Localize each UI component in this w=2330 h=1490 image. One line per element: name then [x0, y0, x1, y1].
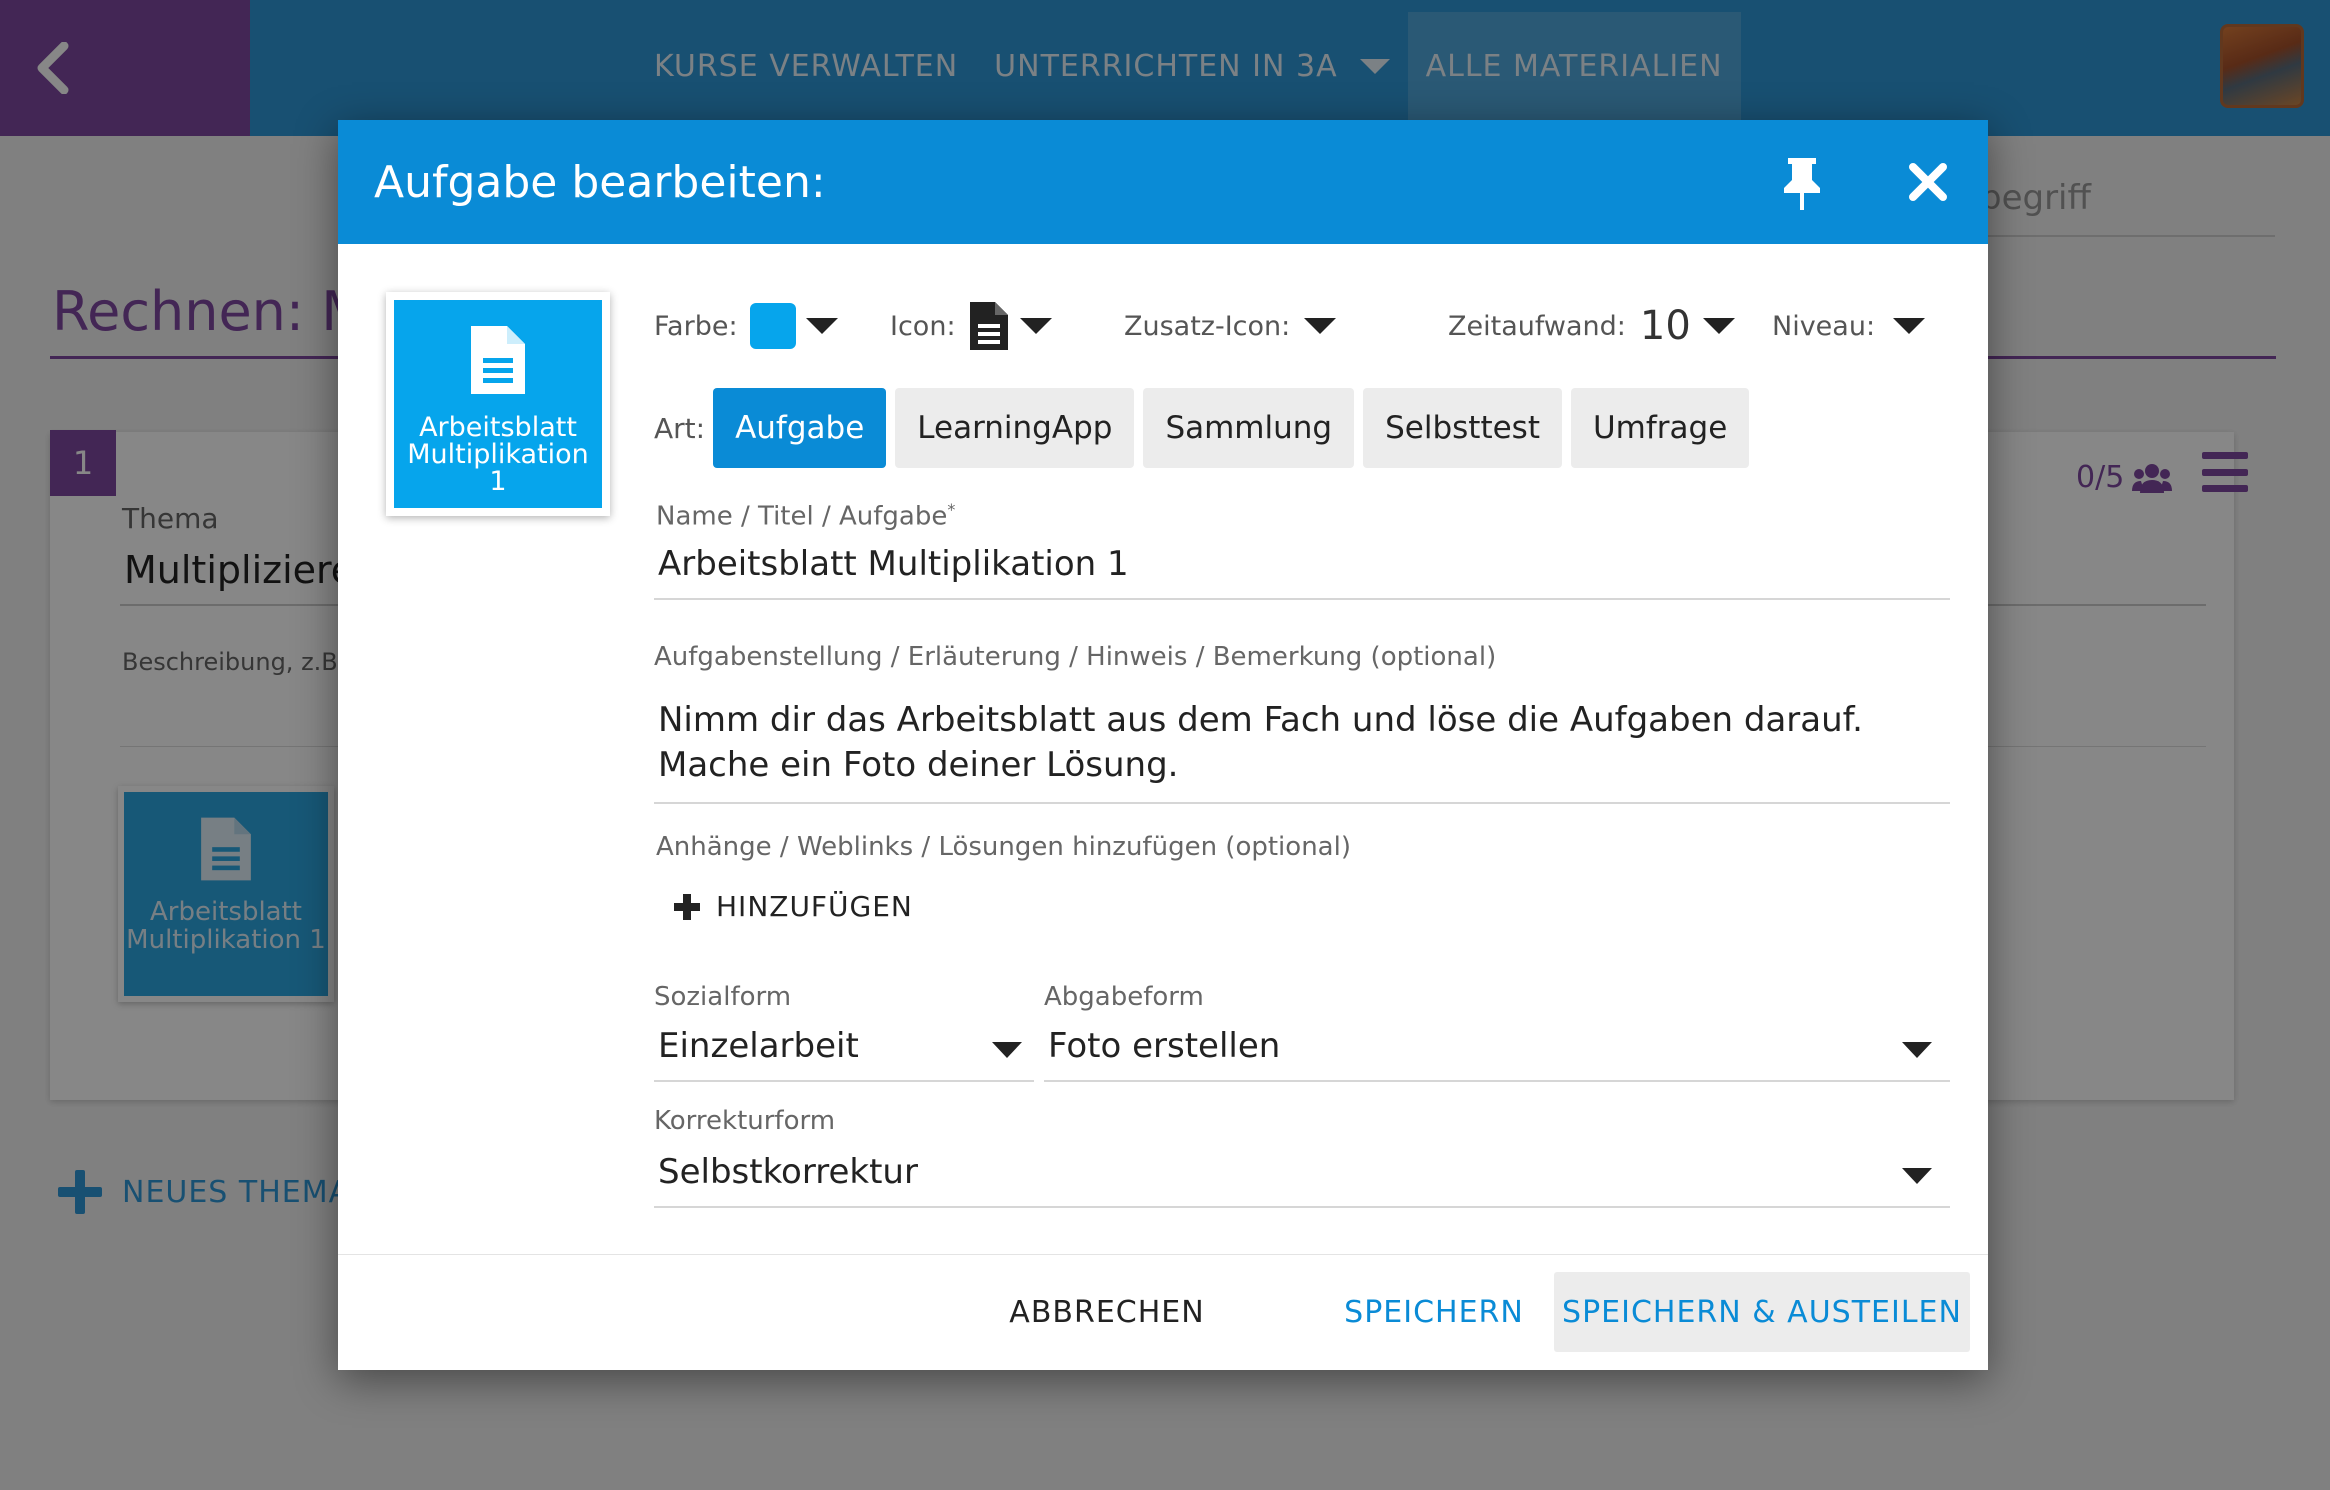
description-line: Mache ein Foto deiner Lösung.	[658, 745, 1179, 785]
type-button-learningapp[interactable]: LearningApp	[895, 388, 1135, 468]
save-button[interactable]: SPEICHERN	[1284, 1272, 1584, 1352]
correction-form-underline	[654, 1206, 1950, 1208]
time-effort-picker[interactable]: Zeitaufwand: 10	[1448, 296, 1735, 356]
level-picker[interactable]: Niveau:	[1772, 296, 1926, 356]
color-swatch[interactable]	[749, 303, 796, 349]
social-form-label: Sozialform	[654, 982, 792, 1012]
caret-down-icon	[1902, 1168, 1932, 1184]
color-label: Farbe:	[654, 310, 738, 342]
social-form-value: Einzelarbeit	[658, 1026, 859, 1066]
required-mark: *	[947, 500, 956, 519]
caret-down-icon[interactable]	[1702, 318, 1735, 334]
dialog-title: Aufgabe bearbeiten:	[374, 156, 826, 208]
document-icon	[471, 326, 525, 394]
pin-icon[interactable]	[1778, 156, 1826, 210]
social-form-select[interactable]: Einzelarbeit	[654, 1020, 1034, 1080]
correction-form-label: Korrekturform	[654, 1106, 836, 1136]
caret-down-icon[interactable]	[805, 318, 838, 334]
description-textarea[interactable]: Nimm dir das Arbeitsblatt aus dem Fach u…	[658, 698, 1948, 788]
name-underline	[654, 598, 1950, 600]
cancel-button[interactable]: ABBRECHEN	[982, 1272, 1232, 1352]
description-line: Nimm dir das Arbeitsblatt aus dem Fach u…	[658, 700, 1863, 740]
type-selector: Art: Aufgabe LearningApp Sammlung Selbst…	[654, 388, 1758, 468]
caret-down-icon	[992, 1042, 1022, 1058]
type-button-sammlung[interactable]: Sammlung	[1143, 388, 1355, 468]
attachments-label: Anhänge / Weblinks / Lösungen hinzufügen…	[656, 832, 1351, 862]
name-label-text: Name / Titel / Aufgabe	[656, 501, 948, 532]
icon-picker[interactable]: Icon:	[890, 296, 1052, 356]
submission-form-select[interactable]: Foto erstellen	[1044, 1020, 1950, 1080]
close-icon[interactable]	[1906, 160, 1950, 204]
icon-label: Icon:	[890, 310, 956, 342]
plus-icon	[674, 893, 700, 920]
submission-form-label: Abgabeform	[1044, 982, 1204, 1012]
caret-down-icon	[1902, 1042, 1932, 1058]
document-icon	[969, 302, 1008, 350]
submission-form-underline	[1044, 1080, 1950, 1082]
caret-down-icon[interactable]	[1019, 318, 1052, 334]
social-form-underline	[654, 1080, 1034, 1082]
add-attachment-button[interactable]: HINZUFÜGEN	[674, 890, 913, 923]
caret-down-icon[interactable]	[1893, 318, 1926, 334]
type-button-umfrage[interactable]: Umfrage	[1570, 388, 1750, 468]
submission-form-value: Foto erstellen	[1048, 1026, 1281, 1066]
level-label: Niveau:	[1772, 310, 1876, 342]
type-label: Art:	[654, 411, 706, 445]
preview-label: Arbeitsblatt Multiplikation 1	[407, 412, 589, 497]
description-label: Aufgabenstellung / Erläuterung / Hinweis…	[654, 642, 1497, 672]
type-button-aufgabe[interactable]: Aufgabe	[713, 388, 887, 468]
extra-icon-label: Zusatz-Icon:	[1124, 310, 1291, 342]
caret-down-icon[interactable]	[1304, 318, 1337, 334]
time-effort-label: Zeitaufwand:	[1448, 310, 1626, 342]
description-underline	[654, 802, 1950, 804]
save-and-share-button[interactable]: SPEICHERN & AUSTEILEN	[1554, 1272, 1970, 1352]
dialog-header: Aufgabe bearbeiten:	[338, 120, 1988, 244]
color-picker[interactable]: Farbe:	[654, 296, 838, 356]
footer-divider	[338, 1254, 1988, 1255]
name-field-label: Name / Titel / Aufgabe*	[656, 500, 955, 532]
material-preview-tile: Arbeitsblatt Multiplikation 1	[386, 292, 610, 516]
correction-form-value: Selbstkorrektur	[658, 1152, 918, 1192]
add-attachment-label: HINZUFÜGEN	[716, 890, 913, 923]
extra-icon-picker[interactable]: Zusatz-Icon:	[1124, 296, 1337, 356]
name-input[interactable]: Arbeitsblatt Multiplikation 1	[658, 544, 1129, 584]
edit-task-dialog: Aufgabe bearbeiten: Arbeitsblatt Multipl…	[338, 120, 1988, 1370]
time-effort-value: 10	[1639, 303, 1691, 349]
type-button-selbsttest[interactable]: Selbsttest	[1363, 388, 1562, 468]
correction-form-select[interactable]: Selbstkorrektur	[654, 1146, 1950, 1206]
